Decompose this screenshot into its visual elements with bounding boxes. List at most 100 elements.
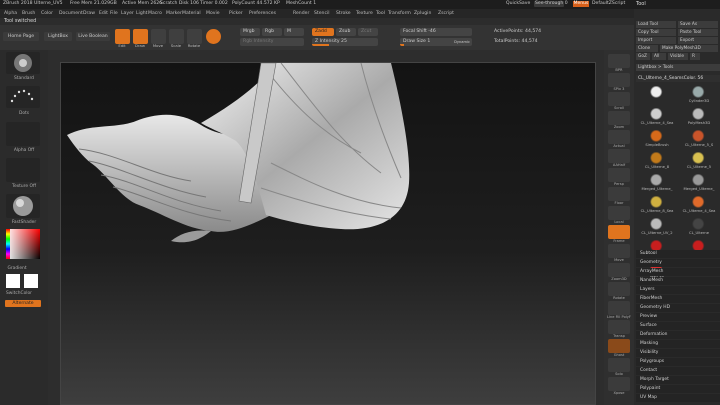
subpalette-header[interactable]: Layers [636,286,720,294]
menu-item[interactable]: Draw [83,11,95,16]
subpalette-header[interactable]: Masking [636,340,720,348]
subpalette-header[interactable]: FiberMesh [636,295,720,303]
menu-item[interactable]: Material [182,11,201,16]
menu-item[interactable]: Macro [148,11,162,16]
menu-item[interactable]: Transform [388,11,411,16]
brush-settings-icon[interactable] [206,29,221,44]
rgb-intensity-slider[interactable]: Rgb Intensity [240,38,304,46]
lightbox-button[interactable]: LightBox [44,32,72,41]
right-shelf-button[interactable] [608,377,630,391]
menu-item[interactable]: Light [136,11,147,16]
right-shelf-button[interactable] [608,92,630,106]
right-shelf-button[interactable] [608,149,630,163]
tool-button[interactable]: Make PolyMesh3D [660,45,718,52]
scale-button[interactable] [169,29,184,44]
menu-item[interactable]: Stencil [314,11,330,16]
tool-item[interactable] [637,86,677,107]
right-shelf-button[interactable] [608,73,630,87]
tool-item[interactable]: Merged_Ulterne_ [637,174,677,195]
stroke-thumbnail[interactable] [6,86,40,108]
subpalette-header[interactable]: ArrayMesh [636,268,720,276]
subpalette-header[interactable]: Subtool [636,250,720,258]
tool-button[interactable]: Visible [668,53,688,60]
home-page-button[interactable]: Home Page [3,32,39,41]
menu-item[interactable]: Texture [356,11,373,16]
menu-item[interactable]: Alpha [4,11,17,16]
tool-item[interactable]: PolyMesh3D [679,108,719,129]
rotate-button[interactable] [187,29,202,44]
tool-button[interactable]: Lightbox > Tools [636,64,720,71]
menu-item[interactable]: Document [59,11,83,16]
subpalette-header[interactable]: NanoMesh [636,277,720,285]
menu-item[interactable]: Picker [229,11,243,16]
right-shelf-button[interactable] [608,282,630,296]
zcut-button[interactable]: Zcut [358,28,378,36]
tool-button[interactable]: Copy Tool [636,29,676,36]
z-intensity-slider[interactable]: Z Intensity 25 [312,38,378,46]
tool-item[interactable]: CL_Ulterne_5_S [679,130,719,151]
right-shelf-button[interactable] [608,244,630,258]
tool-button[interactable]: Export [678,37,718,44]
tool-button[interactable]: Save As [678,21,718,28]
menu-item[interactable]: Layer [121,11,134,16]
tool-button[interactable]: Load Tool [636,21,676,28]
menu-item[interactable]: Color [41,11,53,16]
default-zscript[interactable]: DefaultZScript [592,1,625,6]
tool-item[interactable]: CL_Ulterne_4_Sea [637,108,677,129]
menu-item[interactable]: Render [293,11,309,16]
see-through-slider[interactable]: See-through 0 [534,1,568,7]
tool-item[interactable]: CL_Ulterne_5 [679,152,719,173]
menu-item[interactable]: Edit [99,11,108,16]
tool-item[interactable]: Merged_Ulterne_ [679,174,719,195]
subpalette-header[interactable]: Polypaint [636,385,720,393]
tool-button[interactable]: All [652,53,666,60]
tool-button[interactable]: GoZ [636,53,650,60]
hue-strip[interactable] [6,229,10,259]
zadd-button[interactable]: Zadd [312,28,334,36]
menu-item[interactable]: Preferences [249,11,276,16]
menus-button[interactable]: Menus [573,1,589,7]
live-boolean-button[interactable]: Live Boolean [76,32,110,41]
subpalette-header[interactable]: Deformation [636,331,720,339]
tool-item[interactable]: CL_Ulterne_UV_2 [637,218,677,239]
tool-item[interactable]: SimpleBrush [637,130,677,151]
mrgb-button[interactable]: Mrgb [240,28,260,36]
focal-shift-slider[interactable]: Focal Shift -46 [400,28,472,36]
right-shelf-button[interactable] [608,263,630,277]
subpalette-header[interactable]: Surface [636,322,720,330]
document-canvas[interactable] [60,62,596,405]
right-shelf-button[interactable] [608,187,630,201]
subpalette-header[interactable]: Geometry [636,259,720,267]
subpalette-header[interactable]: Morph Target [636,376,720,384]
subpalette-header[interactable]: Geometry HD [636,304,720,312]
texture-thumbnail[interactable] [6,158,40,182]
color-picker[interactable] [6,229,40,259]
subpalette-header[interactable]: UV Map [636,394,720,402]
right-shelf-button[interactable] [608,358,630,372]
tool-button[interactable]: Paste Tool [678,29,718,36]
right-shelf-button[interactable] [608,54,630,68]
menu-item[interactable]: Zscript [438,11,454,16]
menu-item[interactable]: Zplugin [414,11,431,16]
alternate-button[interactable]: Alternate [5,300,41,307]
menu-item[interactable]: Movie [206,11,220,16]
menu-item[interactable]: Stroke [336,11,351,16]
subpalette-header[interactable]: Preview [636,313,720,321]
tool-item[interactable]: CL_Ulterne_8_Sea [637,196,677,217]
right-shelf-button[interactable] [608,206,630,220]
tool-item[interactable]: CL_Ulterne_4_Sea [679,196,719,217]
m-button[interactable]: M [284,28,304,36]
right-shelf-button[interactable] [608,301,630,315]
menu-item[interactable]: File [110,11,118,16]
rgb-button[interactable]: Rgb [262,28,282,36]
main-color-swatch[interactable] [6,274,20,288]
menu-item[interactable]: Marker [166,11,182,16]
tool-button[interactable]: Import [636,37,676,44]
tool-item[interactable]: Cylinder3D [679,86,719,107]
tool-button[interactable]: Clone [636,45,658,52]
draw-button[interactable] [133,29,148,44]
move-button[interactable] [151,29,166,44]
menu-item[interactable]: Tool [376,11,385,16]
right-shelf-button[interactable] [608,111,630,125]
brush-thumbnail[interactable] [6,52,40,74]
